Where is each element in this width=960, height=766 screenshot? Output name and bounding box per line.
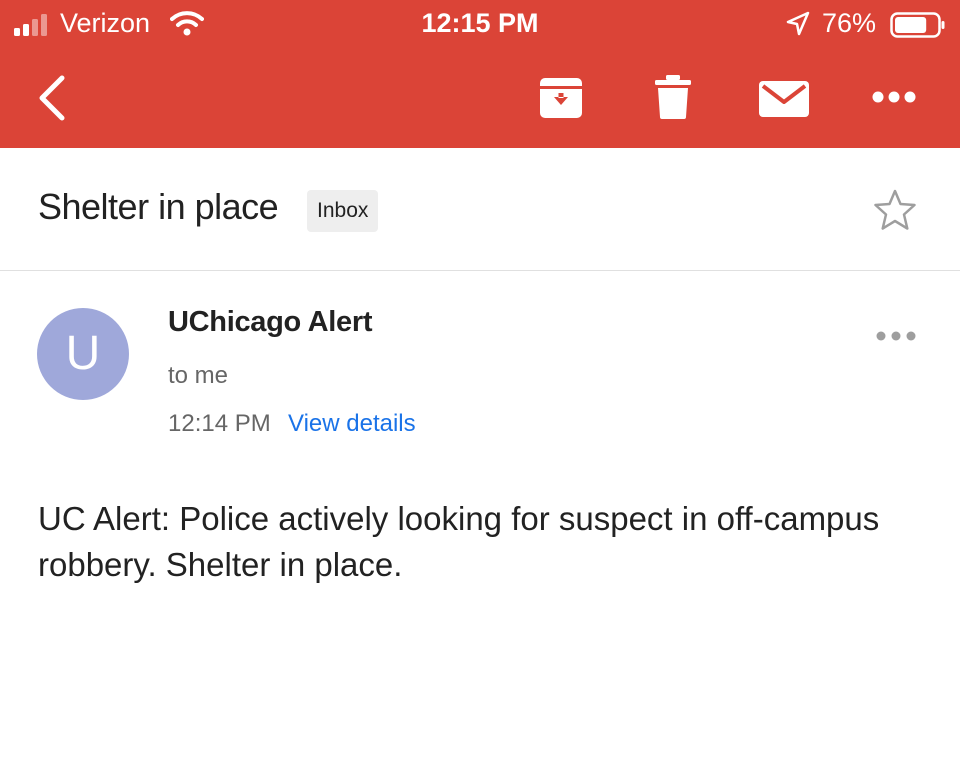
app-header: Verizon 12:15 PM 76% — [0, 0, 960, 148]
battery-percentage: 76% — [822, 8, 877, 38]
battery-icon — [890, 12, 945, 38]
email-body: UC Alert: Police actively looking for su… — [38, 500, 880, 583]
email-subject: Shelter in place — [38, 186, 279, 227]
more-options-icon[interactable] — [872, 90, 916, 104]
inbox-label-chip[interactable]: Inbox — [307, 190, 379, 232]
view-details-link[interactable]: View details — [288, 410, 416, 438]
status-bar: Verizon 12:15 PM 76% — [0, 0, 960, 50]
mark-unread-icon[interactable] — [758, 80, 810, 118]
archive-icon[interactable] — [538, 76, 584, 120]
trash-icon[interactable] — [654, 74, 692, 120]
status-time: 12:15 PM — [421, 8, 539, 38]
star-icon[interactable] — [872, 188, 918, 232]
back-icon[interactable] — [34, 74, 70, 122]
location-arrow-icon — [786, 11, 810, 36]
received-time: 12:14 PM — [168, 410, 271, 437]
sender-name[interactable]: UChicago Alert — [168, 306, 373, 339]
subject-header: Shelter in place Inbox — [0, 148, 960, 271]
sender-avatar[interactable]: U — [37, 308, 129, 400]
message-more-icon[interactable] — [876, 330, 916, 342]
recipient-text: to me — [168, 362, 229, 389]
